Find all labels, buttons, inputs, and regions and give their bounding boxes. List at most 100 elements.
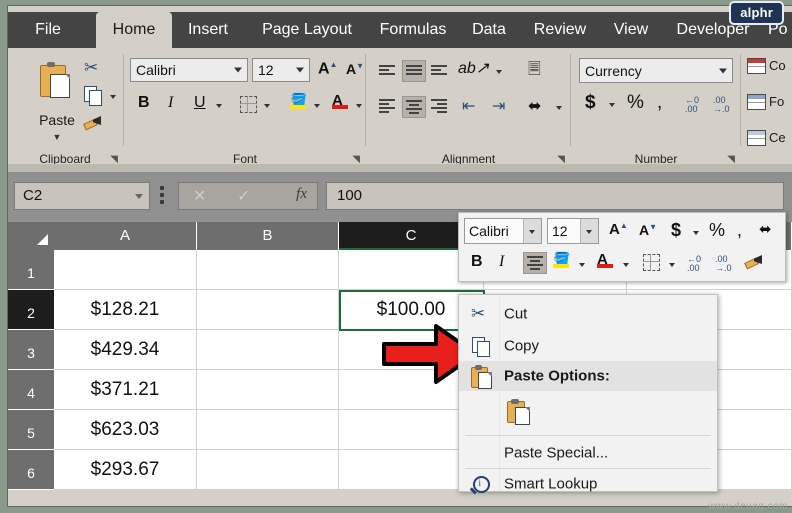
mini-decrease-decimal-icon[interactable]: .00 →.0 [715, 255, 732, 273]
cell-b6[interactable] [197, 450, 339, 490]
chevron-down-icon[interactable] [580, 219, 598, 243]
mini-font-size-combo[interactable]: 12 [547, 218, 599, 244]
font-color-icon[interactable]: A [332, 92, 350, 112]
tab-page-layout[interactable]: Page Layout [244, 12, 370, 48]
cell-b1[interactable] [197, 250, 339, 290]
mini-percent-format-button[interactable]: % [709, 220, 725, 241]
insert-function-icon[interactable]: fx [296, 186, 307, 203]
decrease-indent-icon[interactable]: ⇤ [462, 96, 475, 116]
accounting-dropdown-caret[interactable] [609, 103, 615, 107]
decrease-font-size-button[interactable]: A▼ [346, 61, 364, 77]
cell-a4[interactable]: $371.21 [54, 370, 197, 410]
align-middle-button[interactable] [402, 60, 426, 82]
row-header-2[interactable]: 2 [8, 290, 54, 330]
borders-dropdown-caret[interactable] [264, 104, 270, 108]
percent-format-button[interactable]: % [627, 92, 644, 114]
name-box[interactable]: C2 [14, 182, 150, 210]
align-bottom-button[interactable] [428, 60, 450, 80]
formula-bar-handle[interactable] [160, 186, 164, 207]
comma-format-button[interactable]: , [657, 92, 662, 114]
fill-color-icon[interactable]: 🪣 [290, 92, 308, 112]
chevron-down-icon[interactable] [523, 219, 541, 243]
merge-dropdown-caret[interactable] [556, 106, 562, 110]
mini-increase-decimal-icon[interactable]: ←0.00 [687, 255, 701, 273]
context-menu-item-copy[interactable]: Copy [459, 331, 717, 361]
cell-a5[interactable]: $623.03 [54, 410, 197, 450]
tab-review[interactable]: Review [520, 12, 600, 48]
tab-formulas[interactable]: Formulas [370, 12, 456, 48]
number-format-combo[interactable]: Currency [579, 58, 733, 83]
enter-icon[interactable]: ✓ [237, 186, 250, 206]
cell-b5[interactable] [197, 410, 339, 450]
mini-merge-and-center-icon[interactable]: ⬌ [759, 220, 772, 238]
paste-button[interactable]: Paste ▼ [26, 56, 88, 160]
wrap-text-icon[interactable]: 🗏 [528, 58, 541, 85]
cell-a2[interactable]: $128.21 [54, 290, 197, 330]
paste-dropdown-caret[interactable]: ▼ [26, 132, 88, 142]
cell-a1[interactable] [54, 250, 197, 290]
mini-format-painter-icon[interactable] [744, 255, 767, 271]
mini-borders-icon[interactable] [643, 254, 660, 271]
mini-align-center-button[interactable] [523, 252, 547, 274]
mini-font-color-icon[interactable]: A [597, 251, 615, 271]
borders-icon[interactable] [240, 96, 257, 113]
mini-italic-button[interactable]: I [499, 253, 504, 271]
fill-color-dropdown-caret[interactable] [314, 104, 320, 108]
cell-b3[interactable] [197, 330, 339, 370]
context-menu-item-smart-lookup[interactable]: i Smart Lookup [459, 469, 717, 499]
align-top-button[interactable] [376, 60, 398, 80]
mini-decrease-font-size-button[interactable]: A▼ [639, 222, 657, 238]
tab-file[interactable]: File [20, 12, 76, 48]
mini-font-name-combo[interactable]: Calibri [464, 218, 542, 244]
font-color-dropdown-caret[interactable] [356, 104, 362, 108]
row-header-1[interactable]: 1 [8, 250, 54, 290]
mini-fill-color-icon[interactable]: 🪣 [553, 251, 571, 271]
italic-button[interactable]: I [168, 94, 173, 112]
align-right-button[interactable] [428, 96, 450, 116]
context-menu-item-paste-special[interactable]: Paste Special... [459, 438, 717, 468]
accounting-format-button[interactable]: $ [585, 92, 596, 114]
row-header-4[interactable]: 4 [8, 370, 54, 410]
orientation-dropdown-caret[interactable] [496, 70, 502, 74]
tab-view[interactable]: View [602, 12, 660, 48]
decrease-decimal-icon[interactable]: .00 →.0 [713, 96, 730, 114]
mini-increase-font-size-button[interactable]: A▲ [609, 221, 628, 238]
mini-accounting-dropdown-caret[interactable] [693, 231, 699, 235]
mini-fill-color-dropdown-caret[interactable] [579, 263, 585, 267]
tab-data[interactable]: Data [458, 12, 520, 48]
increase-decimal-icon[interactable]: ←0.00 [685, 96, 699, 114]
increase-font-size-button[interactable]: A▲ [318, 60, 337, 78]
font-size-combo[interactable]: 12 [252, 58, 310, 82]
row-header-3[interactable]: 3 [8, 330, 54, 370]
mini-borders-dropdown-caret[interactable] [669, 263, 675, 267]
align-left-button[interactable] [376, 96, 398, 116]
formula-input[interactable]: 100 [326, 182, 784, 210]
mini-font-color-dropdown-caret[interactable] [623, 263, 629, 267]
tab-home[interactable]: Home [96, 12, 172, 48]
cell-a6[interactable]: $293.67 [54, 450, 197, 490]
mini-comma-format-button[interactable]: , [737, 220, 742, 241]
underline-button[interactable]: U [194, 94, 206, 112]
increase-indent-icon[interactable]: ⇥ [492, 96, 505, 116]
mini-accounting-format-button[interactable]: $ [671, 220, 681, 241]
font-name-combo[interactable]: Calibri [130, 58, 248, 82]
mini-bold-button[interactable]: B [471, 253, 483, 271]
column-header-a[interactable]: A [54, 222, 197, 250]
tab-insert[interactable]: Insert [176, 12, 240, 48]
underline-dropdown-caret[interactable] [216, 104, 222, 108]
select-all-corner[interactable] [8, 222, 55, 251]
orientation-icon[interactable]: ab↗ [458, 58, 489, 78]
column-header-b[interactable]: B [197, 222, 339, 250]
cancel-icon[interactable]: ✕ [193, 186, 206, 206]
bold-button[interactable]: B [138, 94, 150, 112]
merge-and-center-icon[interactable]: ⬌ [528, 96, 541, 116]
context-menu-item-paste-options[interactable]: Paste Options: [459, 361, 717, 391]
row-header-6[interactable]: 6 [8, 450, 54, 490]
copy-dropdown-caret[interactable] [110, 95, 116, 99]
cell-a3[interactable]: $429.34 [54, 330, 197, 370]
context-menu-paste-option-keep-formatting[interactable] [459, 393, 717, 431]
cell-b2[interactable] [197, 290, 339, 330]
cell-b4[interactable] [197, 370, 339, 410]
align-center-button[interactable] [402, 96, 426, 118]
row-header-5[interactable]: 5 [8, 410, 54, 450]
